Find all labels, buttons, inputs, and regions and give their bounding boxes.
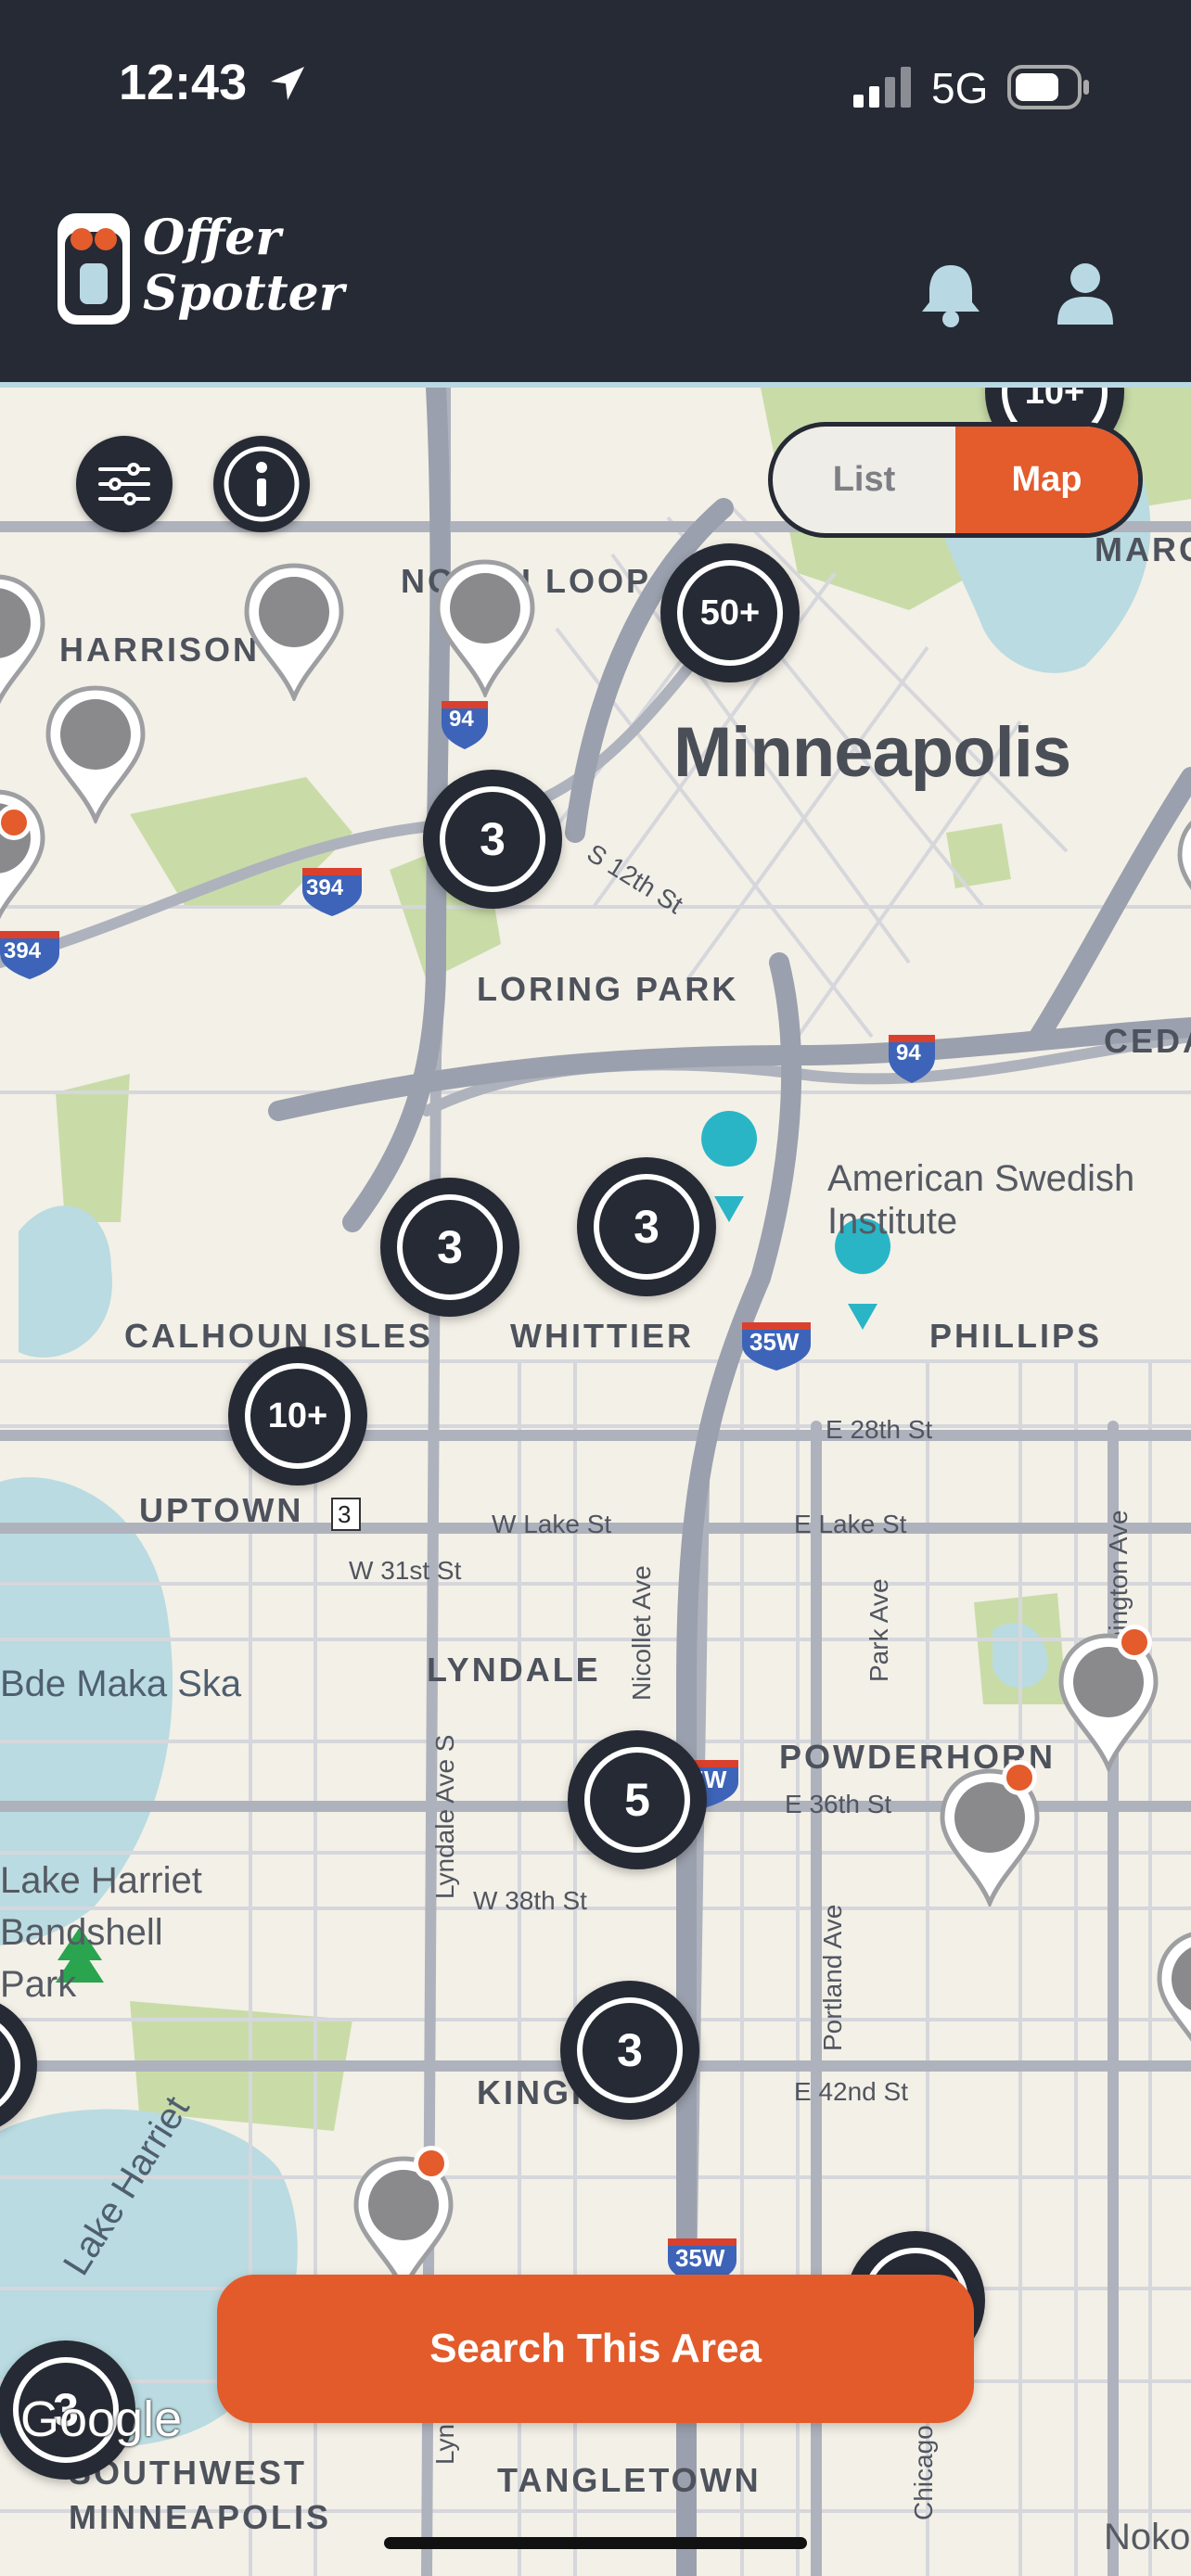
- offer-pin[interactable]: [1156, 1929, 1191, 2068]
- cluster-marker[interactable]: 3: [423, 770, 562, 909]
- hood-uptown: UPTOWN: [139, 1491, 304, 1529]
- hood-cedar: CEDAR: [1104, 1022, 1191, 1060]
- google-attribution: Google: [20, 2391, 183, 2447]
- network-type: 5G: [931, 64, 989, 112]
- logo-text-spotter: Spotter: [143, 265, 345, 322]
- view-toggle[interactable]: List Map: [768, 422, 1143, 538]
- logo-mascot-icon: [58, 213, 130, 325]
- location-arrow-icon: [271, 67, 304, 100]
- street-portland-ave: Portland Ave: [818, 1904, 847, 2051]
- offer-pin[interactable]: [243, 562, 345, 701]
- info-icon: [224, 446, 300, 522]
- new-offer-dot: [1117, 1625, 1152, 1660]
- hood-lyndale: LYNDALE: [427, 1651, 601, 1689]
- street-park-ave: Park Ave: [864, 1578, 893, 1682]
- hood-marcy: MARCY: [1095, 530, 1191, 568]
- cluster-marker[interactable]: 3: [380, 1178, 519, 1317]
- hood-phillips: PHILLIPS: [929, 1317, 1103, 1355]
- hood-whittier: WHITTIER: [510, 1317, 694, 1355]
- street-e-36th: E 36th St: [785, 1790, 892, 1818]
- status-time: 12:43: [119, 55, 248, 110]
- map-view-tab[interactable]: Map: [955, 427, 1138, 533]
- shield-394-a: 394: [306, 875, 344, 900]
- cluster-marker[interactable]: 3: [577, 1157, 716, 1296]
- cluster-marker[interactable]: 3: [560, 1981, 699, 2120]
- search-this-area-button[interactable]: Search This Area: [217, 2275, 974, 2423]
- offer-pin[interactable]: [45, 684, 147, 823]
- hood-loring-park: LORING PARK: [477, 970, 739, 1008]
- hood-minneapolis-sw: MINNEAPOLIS: [69, 2498, 332, 2536]
- shield-94-a: 94: [449, 707, 474, 732]
- street-e-28th: E 28th St: [826, 1415, 933, 1444]
- new-offer-dot: [414, 2146, 449, 2181]
- hood-harrison: HARRISON: [59, 631, 261, 669]
- city-label: Minneapolis: [673, 713, 1071, 792]
- street-w-31st: W 31st St: [349, 1556, 462, 1585]
- signal-icon: [853, 67, 911, 108]
- cluster-marker[interactable]: 10+: [228, 1346, 367, 1486]
- cluster-marker[interactable]: 50+: [660, 543, 800, 682]
- app-header: Offer Spotter: [0, 176, 1191, 385]
- offer-pin[interactable]: [434, 558, 536, 697]
- street-e-42nd: E 42nd St: [794, 2077, 908, 2106]
- app-logo[interactable]: Offer Spotter: [52, 204, 344, 334]
- bell-icon[interactable]: [918, 261, 983, 328]
- poi-bde-maka-ska: Bde Maka Ska: [0, 1664, 242, 1704]
- poi-lake-harriet-bandshell: Lake Harriet Bandshell Park: [0, 1860, 202, 2005]
- shield-94-b: 94: [896, 1040, 921, 1065]
- shield-35w-c: 35W: [675, 2244, 725, 2272]
- shield-35w-a: 35W: [749, 1328, 800, 1356]
- home-indicator: [384, 2537, 807, 2549]
- list-view-tab[interactable]: List: [773, 427, 955, 533]
- info-button[interactable]: [213, 436, 310, 532]
- logo-text-offer: Offer: [143, 210, 281, 266]
- new-offer-dot: [1002, 1760, 1037, 1795]
- shield-route-3: 3: [338, 1500, 352, 1528]
- cluster-marker[interactable]: 5: [568, 1730, 707, 1869]
- sliders-icon: [98, 463, 150, 505]
- poi-american-swedish-institute: American Swedish Institute: [827, 1158, 1135, 1242]
- street-w-38th: W 38th St: [473, 1886, 587, 1915]
- user-profile-icon[interactable]: [1056, 261, 1115, 326]
- battery-icon: [1007, 65, 1089, 109]
- label-nokomis: Nokomis: [1104, 2517, 1191, 2557]
- hood-tangletown: TANGLETOWN: [497, 2461, 762, 2499]
- offer-pin[interactable]: [0, 573, 46, 712]
- street-nicollet-ave: Nicollet Ave: [627, 1565, 656, 1701]
- map-view[interactable]: 94 394 394 94 35W 35W 35W 3 Minneapolis …: [0, 388, 1191, 2576]
- street-lyndale-ave-s: Lyndale Ave S: [430, 1734, 459, 1899]
- street-w-lake: W Lake St: [492, 1510, 612, 1538]
- status-bar: 12:43 5G: [0, 0, 1191, 176]
- filter-button[interactable]: [76, 436, 173, 532]
- street-e-lake: E Lake St: [794, 1510, 907, 1538]
- shield-394-b: 394: [4, 938, 42, 963]
- offer-pin[interactable]: [1176, 805, 1191, 944]
